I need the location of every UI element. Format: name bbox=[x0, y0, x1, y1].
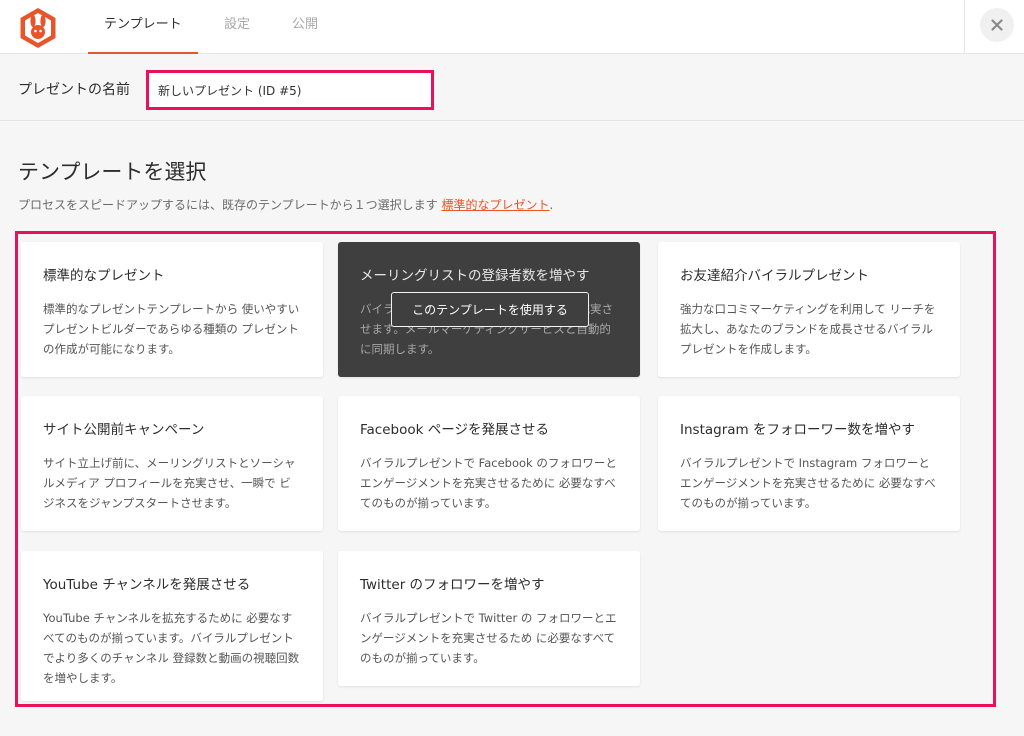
template-card-description: バイラルプレゼントで Instagram フォロワーとエンゲージメントを充実させ… bbox=[680, 456, 936, 510]
template-card-description: バイラルプレゼントで Facebook のフォロワーとエンゲージメントを充実させ… bbox=[360, 456, 617, 510]
template-card-title: YouTube チャンネルを発展させる bbox=[43, 577, 251, 593]
template-card-description: 標準的なプレゼントテンプレートから 使いやすいプレゼントビルダーであらゆる種類の… bbox=[43, 302, 300, 356]
tab-settings[interactable]: 設定 bbox=[224, 0, 250, 54]
template-card-facebook[interactable]: Facebook ページを発展させる バイラルプレゼントで Facebook の… bbox=[338, 396, 640, 531]
template-card-title: メーリングリストの登録者数を増やす bbox=[360, 268, 590, 284]
use-template-button[interactable]: このテンプレートを使用する bbox=[391, 292, 589, 327]
section-description: プロセスをスピードアップするには、既存のテンプレートから１つ選択します 標準的な… bbox=[18, 196, 553, 213]
template-card-title: Twitter のフォロワーを増やす bbox=[360, 577, 545, 593]
template-card-referral[interactable]: お友達紹介バイラルプレゼント 強力な口コミマーケティングを利用して リーチを拡大… bbox=[658, 242, 960, 377]
tab-publish[interactable]: 公開 bbox=[292, 0, 318, 54]
giveaway-name-label: プレゼントの名前 bbox=[18, 82, 130, 98]
template-card-title: Instagram をフォローワー数を増やす bbox=[680, 422, 915, 438]
close-icon bbox=[991, 19, 1003, 31]
template-card-instagram[interactable]: Instagram をフォローワー数を増やす バイラルプレゼントで Instag… bbox=[658, 396, 960, 531]
standard-giveaway-link[interactable]: 標準的なプレゼント bbox=[441, 198, 549, 212]
template-card-description: 強力な口コミマーケティングを利用して リーチを拡大し、あなたのブランドを成長させ… bbox=[680, 302, 936, 356]
section-description-end: . bbox=[549, 198, 554, 212]
rabbit-logo-icon[interactable] bbox=[16, 6, 60, 50]
template-card-standard[interactable]: 標準的なプレゼント 標準的なプレゼントテンプレートから 使いやすいプレゼントビル… bbox=[21, 242, 323, 377]
section-description-text: プロセスをスピードアップするには、既存のテンプレートから１つ選択します bbox=[18, 198, 438, 212]
giveaway-name-row: プレゼントの名前 bbox=[0, 55, 1024, 121]
close-button[interactable] bbox=[980, 8, 1014, 42]
tab-template[interactable]: テンプレート bbox=[88, 0, 198, 54]
section-title: テンプレートを選択 bbox=[18, 160, 207, 184]
template-card-title: サイト公開前キャンペーン bbox=[43, 422, 205, 438]
template-card-prelaunch[interactable]: サイト公開前キャンペーン サイト立上げ前に、メーリングリストとソーシャルメディア… bbox=[21, 396, 323, 531]
template-card-mailing-list[interactable]: メーリングリストの登録者数を増やす バイラルプレゼントでメーリングリストを充実さ… bbox=[338, 242, 640, 377]
template-card-description: バイラルプレゼントで Twitter の フォロワーとエンゲージメントを充実させ… bbox=[360, 611, 617, 665]
template-card-description: サイト立上げ前に、メーリングリストとソーシャルメディア プロフィールを充実させ、… bbox=[43, 456, 296, 510]
template-card-title: Facebook ページを発展させる bbox=[360, 422, 549, 438]
template-card-title: お友達紹介バイラルプレゼント bbox=[680, 268, 869, 284]
top-bar: テンプレート 設定 公開 bbox=[0, 0, 1024, 54]
template-card-description: YouTube チャンネルを拡充するために 必要なすべてのものが揃っています。バ… bbox=[43, 611, 300, 685]
template-card-youtube[interactable]: YouTube チャンネルを発展させる YouTube チャンネルを拡充するため… bbox=[21, 551, 323, 701]
giveaway-name-input[interactable] bbox=[146, 70, 434, 110]
topbar-divider bbox=[964, 0, 965, 54]
template-card-twitter[interactable]: Twitter のフォロワーを増やす バイラルプレゼントで Twitter の … bbox=[338, 551, 640, 686]
template-card-title: 標準的なプレゼント bbox=[43, 268, 165, 284]
